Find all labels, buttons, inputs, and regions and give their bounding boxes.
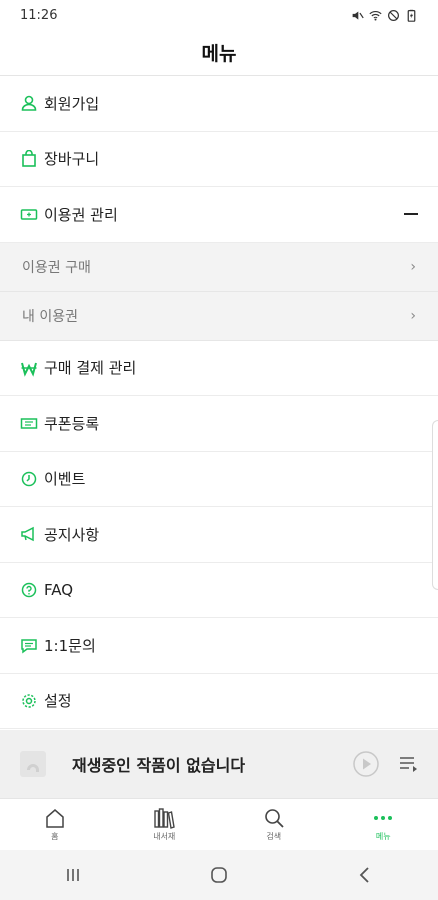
menu-item-settings[interactable]: 설정	[0, 674, 438, 729]
home-icon	[46, 809, 64, 828]
menu-label-pass-manage: 이용권 관리	[44, 205, 118, 224]
menu-item-faq[interactable]: FAQ	[0, 563, 438, 618]
ticket-icon	[20, 205, 38, 223]
tab-label-library: 내서재	[153, 832, 176, 841]
menu-label-notice: 공지사항	[44, 525, 100, 544]
wifi-icon	[369, 10, 382, 21]
chevron-right-icon: ›	[410, 258, 416, 275]
menu-item-cart[interactable]: 장바구니	[0, 132, 438, 187]
menu-item-payment-manage[interactable]: 구매 결제 관리	[0, 341, 438, 396]
player-title: 재생중인 작품이 없습니다	[72, 756, 246, 775]
tab-label-menu: 메뉴	[375, 832, 391, 841]
system-nav-bar	[0, 850, 438, 900]
tab-home[interactable]: 홈	[0, 799, 110, 850]
shopping-bag-icon	[20, 149, 38, 168]
menu-item-notice[interactable]: 공지사항	[0, 507, 438, 563]
menu-label-payment-manage: 구매 결제 관리	[44, 359, 137, 378]
submenu-item-pass-buy[interactable]: 이용권 구매 ›	[0, 242, 438, 292]
menu-label-signup: 회원가입	[44, 94, 100, 113]
more-dots-icon	[374, 816, 393, 820]
recent-apps-icon[interactable]	[63, 865, 83, 885]
chevron-right-icon: ›	[410, 307, 416, 324]
menu-label-event: 이벤트	[44, 470, 86, 489]
search-icon	[264, 809, 284, 828]
tab-library[interactable]: 내서재	[110, 799, 220, 850]
back-icon[interactable]	[355, 865, 375, 885]
menu-label-inquiry: 1:1문의	[44, 636, 96, 655]
menu-label-settings: 설정	[44, 692, 72, 711]
status-time: 11:26	[20, 7, 58, 23]
scroll-edge-handle[interactable]	[432, 420, 438, 590]
collapse-icon[interactable]	[404, 213, 418, 216]
menu-item-coupon[interactable]: 쿠폰등록	[0, 396, 438, 452]
submenu-label-pass-buy: 이용권 구매	[22, 259, 91, 276]
album-art-placeholder-icon	[20, 751, 46, 777]
playlist-icon[interactable]	[398, 753, 420, 775]
megaphone-icon	[20, 525, 38, 543]
status-icons	[351, 9, 418, 22]
menu-item-event[interactable]: 이벤트	[0, 452, 438, 507]
menu-item-signup[interactable]: 회원가입	[0, 76, 438, 132]
clock-icon	[20, 470, 38, 488]
play-icon[interactable]	[352, 750, 380, 778]
bookshelf-icon	[154, 808, 176, 829]
dnd-icon	[388, 9, 399, 21]
gear-icon	[20, 692, 38, 710]
home-button-icon[interactable]	[209, 865, 229, 885]
coupon-icon	[20, 414, 38, 432]
menu-label-coupon: 쿠폰등록	[44, 414, 100, 433]
question-icon	[20, 581, 38, 599]
menu-label-faq: FAQ	[44, 580, 74, 599]
menu-list: 회원가입 장바구니 이용권 관리 이용권 구매 › 내 이용권 › 구매 결제 …	[0, 76, 438, 729]
tab-menu[interactable]: 메뉴	[329, 799, 438, 850]
menu-item-inquiry[interactable]: 1:1문의	[0, 618, 438, 674]
bottom-tab-bar: 홈 내서재 검색 메뉴	[0, 798, 438, 850]
battery-icon	[407, 9, 416, 22]
status-bar: 11:26	[0, 0, 438, 30]
tab-search[interactable]: 검색	[219, 799, 329, 850]
won-icon	[20, 359, 38, 377]
tab-label-home: 홈	[51, 832, 59, 841]
chat-icon	[20, 636, 38, 654]
tab-label-search: 검색	[266, 832, 282, 841]
mute-icon	[352, 10, 364, 20]
submenu-item-my-pass[interactable]: 내 이용권 ›	[0, 291, 438, 341]
user-icon	[20, 94, 38, 112]
page-title: 메뉴	[0, 30, 438, 76]
menu-item-pass-manage[interactable]: 이용권 관리	[0, 187, 438, 243]
menu-label-cart: 장바구니	[44, 150, 100, 169]
submenu-label-my-pass: 내 이용권	[22, 308, 78, 325]
mini-player[interactable]: 재생중인 작품이 없습니다	[0, 730, 438, 798]
